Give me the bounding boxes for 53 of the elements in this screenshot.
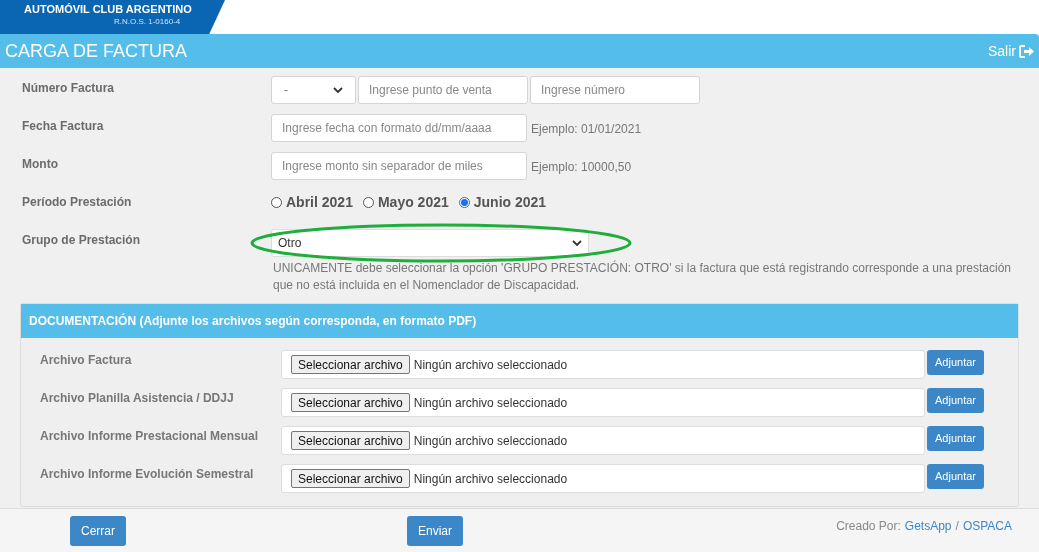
file-status: Ningún archivo seleccionado (413, 356, 568, 374)
input-field[interactable]: Ingrese fecha con formato dd/mm/aaaa (271, 114, 527, 142)
input-field[interactable]: Ingrese punto de venta (358, 76, 528, 104)
file-input[interactable]: Seleccionar archivo Ningún archivo seleccionado (281, 464, 925, 493)
file-input[interactable]: Seleccionar archivo Ningún archivo seleccionado (281, 388, 925, 417)
example-hint: Ejemplo: 01/01/2021 (531, 121, 642, 138)
credit-label: Creado Por: (836, 517, 901, 535)
attachment-label: Archivo Informe Evolución Semestral (40, 466, 255, 483)
choose-file-button[interactable]: Seleccionar archivo (291, 393, 410, 412)
choose-file-button[interactable]: Seleccionar archivo (291, 431, 410, 450)
attachment-label: Archivo Informe Prestacional Mensual (40, 428, 260, 445)
radio-label: Junio 2021 (473, 193, 547, 212)
separator-text: / (955, 517, 959, 535)
attachment-label: Archivo Planilla Asistencia / DDJJ (40, 390, 235, 407)
file-status: Ningún archivo seleccionado (413, 470, 568, 488)
example-hint: Ejemplo: 10000,50 (531, 159, 632, 176)
file-input[interactable]: Seleccionar archivo Ningún archivo seleccionado (281, 350, 925, 379)
chevron-down-icon (572, 239, 582, 247)
radio-button[interactable] (271, 197, 282, 208)
help-note: UNICAMENTE debe seleccionar la opción 'GRUPO PRESTACIÓN: OTRO' si la factura que está registrando corresponde a una prestación que no está incluida en el Nomenclador de Discapacidad. (273, 260, 1012, 294)
logout-icon (1019, 44, 1034, 58)
footer-button[interactable]: Cerrar (70, 515, 126, 546)
attachment-label: Archivo Factura (40, 352, 133, 369)
attach-button[interactable]: Adjuntar (927, 426, 984, 451)
field-label: Fecha Factura (22, 118, 105, 135)
radio-button[interactable] (362, 197, 374, 208)
attach-button[interactable]: Adjuntar (927, 350, 984, 375)
credit-link[interactable]: GetsApp (904, 516, 952, 535)
registry-number: R.N.O.S. 1-0160-4 (114, 16, 182, 28)
chevron-down-icon (333, 86, 343, 94)
field-label: Período Prestación (22, 194, 133, 211)
field-label: Grupo de Prestación (22, 232, 142, 249)
input-field[interactable]: Ingrese monto sin separador de miles (271, 152, 527, 180)
page-title: CARGA DE FACTURA (5, 39, 188, 63)
credit-link[interactable]: OSPACA (962, 516, 1012, 535)
radio-button[interactable] (458, 197, 470, 208)
panel-title: DOCUMENTACIÓN (Adjunte los archivos según corresponda, en formato PDF) (29, 312, 477, 330)
attach-button[interactable]: Adjuntar (927, 388, 984, 413)
brand-name: AUTOMÓVIL CLUB ARGENTINO (24, 2, 193, 16)
choose-file-button[interactable]: Seleccionar archivo (291, 469, 410, 488)
point-of-sale-select[interactable]: - (271, 76, 356, 104)
file-input[interactable]: Seleccionar archivo Ningún archivo seleccionado (281, 426, 925, 455)
radio-label: Abril 2021 (286, 193, 353, 212)
field-label: Monto (22, 156, 59, 173)
file-status: Ningún archivo seleccionado (413, 394, 568, 412)
input-field[interactable]: Ingrese número (530, 76, 700, 104)
footer-button[interactable]: Enviar (407, 515, 463, 546)
attach-button[interactable]: Adjuntar (927, 464, 984, 489)
choose-file-button[interactable]: Seleccionar archivo (291, 355, 410, 374)
radio-label: Mayo 2021 (377, 193, 449, 212)
field-label: Número Factura (22, 80, 116, 97)
service-group-select[interactable]: Otro (271, 229, 589, 257)
file-status: Ningún archivo seleccionado (413, 432, 568, 450)
